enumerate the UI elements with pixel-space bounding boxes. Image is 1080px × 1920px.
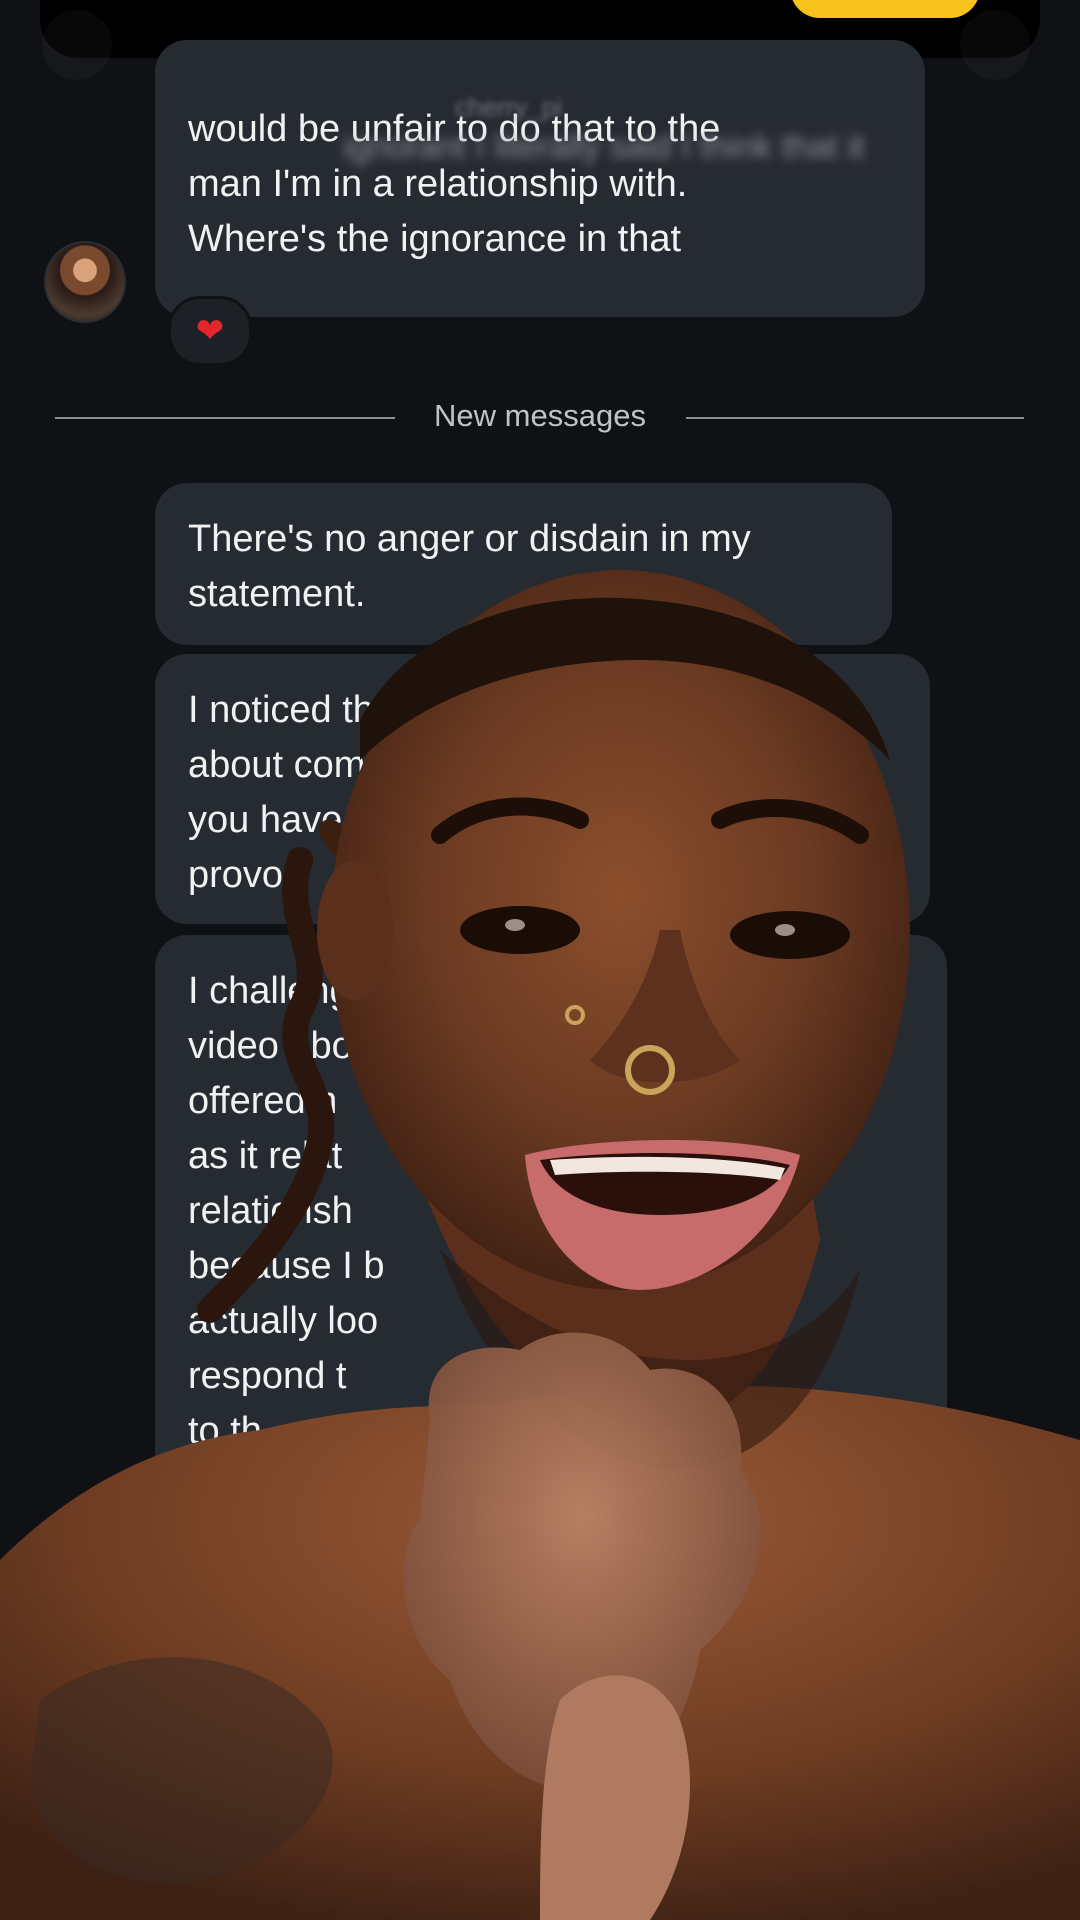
message-line: video abo xyxy=(188,1025,353,1067)
top-action-pill[interactable] xyxy=(790,0,980,18)
message-line: provo xyxy=(188,854,284,896)
message-line: statement. xyxy=(188,573,366,615)
message-line: Where's the ignorance in that xyxy=(188,218,682,260)
message-line: as it relat xyxy=(188,1135,343,1177)
heart-reaction-icon[interactable]: ❤ xyxy=(168,296,252,366)
message-line: respond t xyxy=(188,1355,347,1397)
message-bubble-received[interactable]: cherry_pi ignorant I literally said I th… xyxy=(155,40,925,317)
message-line: actually loo xyxy=(188,1300,379,1342)
message-bubble-received[interactable]: There's no anger or disdain in my statem… xyxy=(155,483,892,645)
message-line: I noticed that xyxy=(188,689,406,731)
avatar[interactable] xyxy=(44,241,126,323)
message-line-blurred: ignorant I literally said I think that i… xyxy=(343,128,865,166)
message-line: I challeng xyxy=(188,970,351,1012)
message-bubble-received[interactable]: I noticed that about comm you have provo xyxy=(155,654,930,924)
tattoo-shape xyxy=(30,1657,333,1883)
message-line: offered h xyxy=(188,1080,338,1122)
back-button[interactable] xyxy=(42,10,112,80)
message-line: to th xyxy=(188,1410,262,1452)
divider-line-right xyxy=(686,417,1024,419)
message-line: relationsh xyxy=(188,1190,353,1232)
message-line: you have xyxy=(188,799,343,841)
message-line: There's no anger or disdain in my xyxy=(188,518,751,560)
message-line: because I b xyxy=(188,1245,385,1287)
message-line: about comm xyxy=(188,744,398,786)
message-bubble-received[interactable]: I challeng video abo offered h as it rel… xyxy=(155,935,947,1535)
more-options-button[interactable] xyxy=(960,10,1030,80)
new-messages-label: New messages xyxy=(434,398,646,433)
